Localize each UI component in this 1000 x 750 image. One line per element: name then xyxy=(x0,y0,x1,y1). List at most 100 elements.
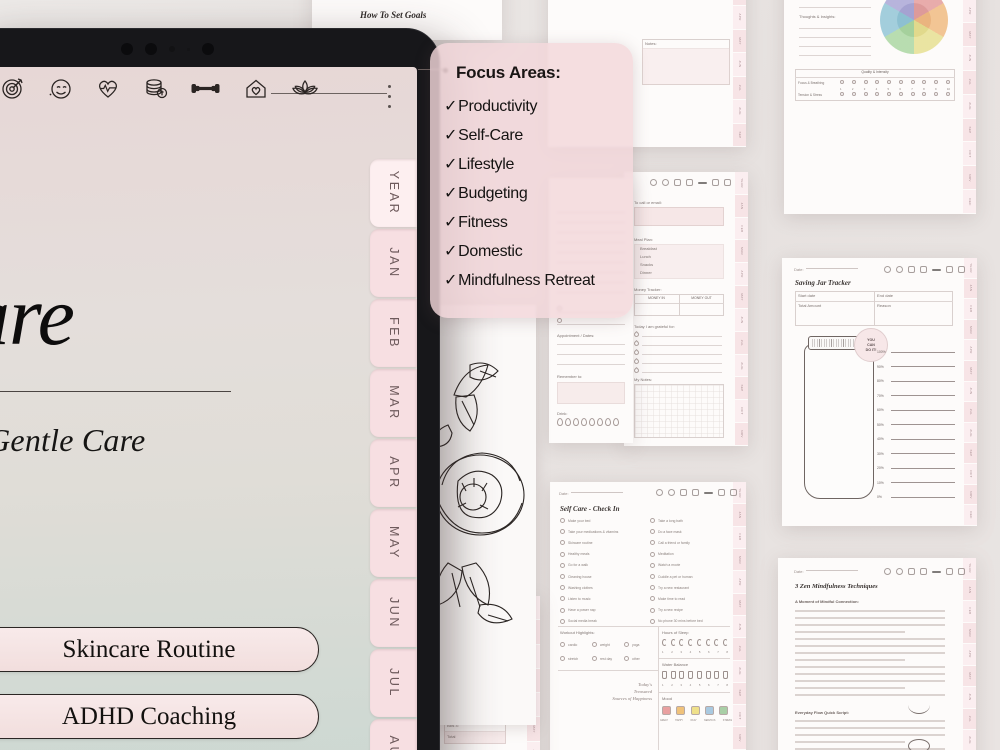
page-month-tab[interactable]: JUL xyxy=(963,70,976,95)
page-month-tab[interactable]: FEB xyxy=(733,526,746,549)
heart-pulse-icon[interactable] xyxy=(674,179,681,186)
target-icon[interactable] xyxy=(884,266,891,273)
hero-button-group[interactable]: Skincare RoutineADHD CoachingMedication … xyxy=(0,627,319,750)
write-line[interactable] xyxy=(891,438,955,440)
saving-scale-row[interactable]: 50% xyxy=(877,423,955,427)
scale-radio[interactable] xyxy=(851,80,856,84)
workout-option[interactable]: weight xyxy=(592,642,610,647)
month-tab-year[interactable]: YEAR xyxy=(370,159,417,227)
date-field-label[interactable]: Date: xyxy=(794,267,858,272)
checklist-item[interactable]: Try a new restaurant xyxy=(650,585,689,591)
sleep-scale[interactable] xyxy=(662,639,728,646)
page-month-tab[interactable]: MAY xyxy=(964,361,977,382)
page-month-tab[interactable]: SEP xyxy=(733,682,746,706)
saving-scale-row[interactable]: 90% xyxy=(877,365,955,369)
page-month-tab[interactable]: MAR xyxy=(964,319,977,341)
page-toolbar[interactable] xyxy=(884,266,965,273)
workout-option[interactable]: yoga xyxy=(624,642,639,647)
page-toolbar[interactable] xyxy=(884,568,965,575)
focus-area-item[interactable]: ✓Domestic xyxy=(444,241,633,261)
date-field-label[interactable]: Date: xyxy=(559,491,623,496)
checklist-item[interactable]: Do a face mask xyxy=(650,529,682,535)
page-month-tab[interactable]: APR xyxy=(964,340,977,362)
dumbbell-icon[interactable] xyxy=(704,491,713,494)
saving-scale-row[interactable]: 40% xyxy=(877,437,955,441)
water-drop-icon[interactable] xyxy=(605,418,611,426)
write-line[interactable] xyxy=(891,482,955,483)
page-month-tab[interactable]: JUN xyxy=(735,308,748,332)
home-heart-icon[interactable] xyxy=(243,75,269,101)
moon-icon[interactable] xyxy=(722,639,728,646)
glass-icon[interactable] xyxy=(722,671,728,679)
page-month-tab[interactable]: DEC xyxy=(963,190,976,214)
checkbox-icon[interactable] xyxy=(560,529,565,535)
page-month-tab[interactable]: FEB xyxy=(735,217,748,241)
month-tab-aug[interactable]: AUG xyxy=(370,719,417,750)
scale-radio[interactable] xyxy=(922,92,927,96)
smiley-icon[interactable] xyxy=(47,75,73,101)
page-month-tab[interactable]: APR xyxy=(733,6,746,30)
page-month-tab[interactable]: SEP xyxy=(963,118,976,143)
scale-radio[interactable] xyxy=(945,80,950,84)
focus-area-item[interactable]: ✓Fitness xyxy=(444,212,633,232)
page-month-tab[interactable]: AUG xyxy=(963,94,976,119)
checkbox-icon[interactable] xyxy=(650,529,655,535)
focus-area-item[interactable]: ✓Budgeting xyxy=(444,183,633,203)
page-month-tab[interactable]: JAN xyxy=(963,579,976,601)
page-month-tab[interactable]: MAY xyxy=(963,665,976,687)
scale-radio[interactable] xyxy=(910,80,915,84)
page-month-tab-rail[interactable]: YEAR JAN FEB MAR APR MAY JUN JUL AUG SEP… xyxy=(964,258,977,526)
glass-icon[interactable] xyxy=(662,671,667,679)
month-tab-apr[interactable]: APR xyxy=(370,439,417,507)
water-drop-icon[interactable] xyxy=(589,418,595,426)
page-month-tab[interactable]: MAY xyxy=(733,29,746,53)
mood-face-icon[interactable] xyxy=(719,706,728,715)
page-month-tab[interactable]: AUG xyxy=(964,422,977,444)
scale-radio[interactable] xyxy=(898,80,903,84)
saving-scale-row[interactable]: 20% xyxy=(877,466,955,470)
checklist-item[interactable]: Make time to read xyxy=(650,596,685,602)
checklist-item[interactable]: Watch a movie xyxy=(650,562,680,568)
gratitude-row[interactable] xyxy=(632,357,722,366)
checkbox-icon[interactable] xyxy=(560,618,565,624)
page-month-tab[interactable]: APR xyxy=(963,0,976,24)
glass-icon[interactable] xyxy=(696,671,702,679)
lotus-icon[interactable] xyxy=(958,568,965,575)
checkbox-icon[interactable] xyxy=(650,607,655,613)
page-month-tab[interactable]: JUN xyxy=(733,615,746,639)
lotus-icon[interactable] xyxy=(724,179,731,186)
month-tab-jul[interactable]: JUL xyxy=(370,649,417,717)
page-month-tab[interactable]: NOV xyxy=(963,166,976,191)
checklist-item[interactable]: Call a friend or family xyxy=(650,540,690,546)
target-icon[interactable] xyxy=(0,75,25,101)
moon-icon[interactable] xyxy=(714,639,720,646)
page-month-tab[interactable]: MAR xyxy=(963,622,976,644)
page-month-tab[interactable]: JUN xyxy=(964,381,977,403)
saving-scale-row[interactable]: 60% xyxy=(877,408,955,412)
radio-icon[interactable] xyxy=(624,642,629,647)
page-month-tab[interactable]: MAY xyxy=(963,23,976,48)
water-drop-icon[interactable] xyxy=(557,418,563,426)
radio-icon[interactable] xyxy=(624,656,629,661)
moon-icon[interactable] xyxy=(670,639,676,646)
page-month-tab[interactable]: YEAR xyxy=(964,258,977,279)
checklist-item[interactable]: Cuddle a pet or human xyxy=(650,574,693,579)
scale-radio[interactable] xyxy=(875,92,880,96)
page-month-tab[interactable]: NOV xyxy=(735,423,748,446)
checklist-item[interactable]: No phone 30 mins before bed xyxy=(650,618,703,624)
to-call-box[interactable] xyxy=(634,207,724,226)
scale-radio[interactable] xyxy=(840,80,844,84)
checklist-item[interactable]: Make your bed xyxy=(560,518,590,523)
water-drop-icon[interactable] xyxy=(581,418,587,426)
page-month-tab[interactable]: MAY xyxy=(733,593,746,616)
lotus-icon[interactable] xyxy=(730,489,737,496)
page-toolbar[interactable] xyxy=(650,179,731,186)
moon-icon[interactable] xyxy=(688,639,694,646)
checklist-item[interactable]: Social media break xyxy=(560,618,597,624)
water-drops[interactable] xyxy=(557,418,619,426)
write-line[interactable] xyxy=(891,380,955,382)
page-month-tab[interactable]: OCT xyxy=(963,142,976,167)
page-month-tab[interactable]: JAN xyxy=(733,504,746,527)
water-drop-icon[interactable] xyxy=(613,418,619,426)
checkbox-icon[interactable] xyxy=(560,607,565,613)
